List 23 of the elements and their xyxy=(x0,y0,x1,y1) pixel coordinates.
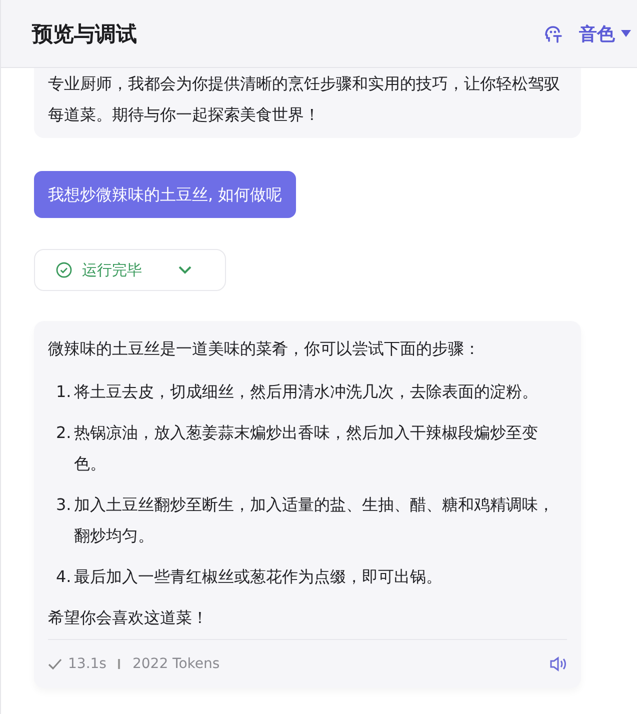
step-number: 1. xyxy=(56,381,72,403)
voice-button[interactable]: 音色 xyxy=(537,18,637,50)
check-icon xyxy=(48,658,62,670)
speaker-button[interactable] xyxy=(549,656,567,672)
step-number: 2. xyxy=(56,422,72,444)
caret-icon xyxy=(621,30,631,38)
step-text: 热锅凉油，放入葱姜蒜末煸炒出香味，然后加入干辣椒段煸炒至变色。 xyxy=(74,422,539,475)
answer-text: 希望你会喜欢这道菜！ xyxy=(48,607,209,629)
step-number: 4. xyxy=(56,566,72,588)
run-status-button[interactable]: 运行完毕 xyxy=(34,249,226,291)
check-circle-icon xyxy=(56,262,72,278)
speaker-icon xyxy=(549,656,567,672)
answer-text: 微辣味的土豆丝是一道美味的菜肴，你可以尝试下面的步骤： xyxy=(48,338,481,360)
token-count: 2022 Tokens xyxy=(132,656,220,672)
duration-text: 13.1s xyxy=(68,656,106,672)
message-text: 专业厨师，我都会为你提供清晰的烹饪步骤和实用的技巧，让你轻松驾驭每道菜。期待与你一起探索美食世界！ xyxy=(48,73,561,126)
step-text: 最后加入一些青红椒丝或葱花作为点缀，即可出锅。 xyxy=(74,566,443,588)
step-text: 将土豆去皮，切成细丝，然后用清水冲洗几次，去除表面的淀粉。 xyxy=(74,381,539,403)
user-message: 我想炒微辣味的土豆丝, 如何做呢 xyxy=(34,171,296,218)
panel-title: 预览与调试 xyxy=(32,20,137,48)
step-number: 3. xyxy=(56,494,72,516)
head-sound-icon xyxy=(543,24,563,44)
step-text: 加入土豆丝翻炒至断生，加入适量的盐、生抽、醋、糖和鸡精调味，翻炒均匀。 xyxy=(74,494,555,547)
